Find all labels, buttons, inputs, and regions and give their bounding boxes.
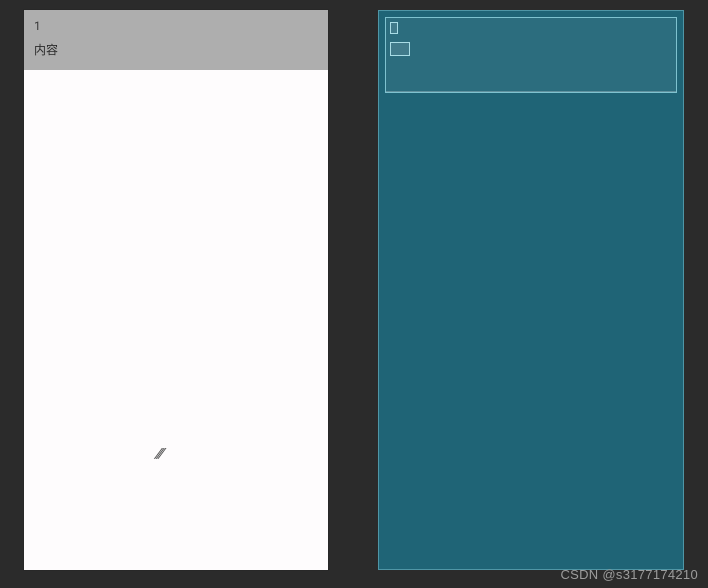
blueprint-text-1-bounds[interactable]: [390, 22, 398, 34]
preview-text-1[interactable]: 1: [34, 20, 318, 32]
preview-top-panel[interactable]: 1 内容: [24, 10, 328, 70]
device-preview[interactable]: 1 内容: [24, 10, 328, 570]
device-blueprint[interactable]: [378, 10, 684, 570]
watermark-text: CSDN @s3177174210: [560, 567, 698, 582]
blueprint-top-panel[interactable]: [385, 17, 677, 93]
preview-text-content[interactable]: 内容: [34, 44, 318, 56]
blueprint-text-content-bounds[interactable]: [390, 42, 410, 56]
designer-canvas: 1 内容: [0, 10, 708, 588]
